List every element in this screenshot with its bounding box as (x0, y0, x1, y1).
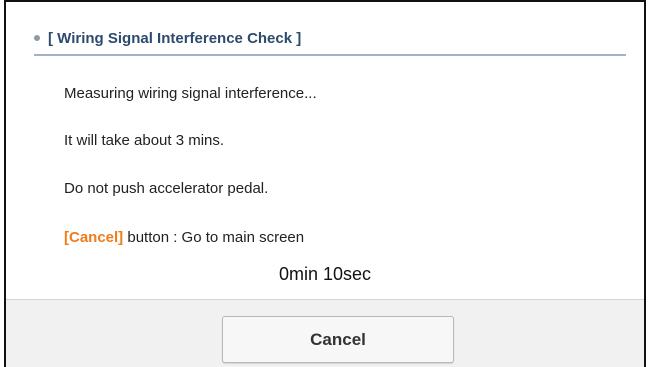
status-message-measuring: Measuring wiring signal interference... (64, 85, 317, 102)
bullet-icon (34, 35, 40, 41)
status-message-duration: It will take about 3 mins. (64, 132, 225, 149)
elapsed-timer: 0min 10sec (278, 264, 372, 284)
dialog-footer: Cancel (6, 299, 644, 367)
dialog-header: [ Wiring Signal Interference Check ] (34, 26, 626, 56)
cancel-hint-keyword: [Cancel] (64, 229, 124, 246)
cancel-hint-text: button : Go to main screen (123, 229, 305, 246)
interference-check-dialog: [ Wiring Signal Interference Check ] Mea… (4, 0, 646, 367)
dialog-title: [ Wiring Signal Interference Check ] (48, 29, 302, 47)
cancel-button[interactable]: Cancel (222, 316, 454, 363)
status-message-warning: Do not push accelerator pedal. (64, 180, 269, 197)
cancel-hint: [Cancel] button : Go to main screen (64, 229, 304, 246)
